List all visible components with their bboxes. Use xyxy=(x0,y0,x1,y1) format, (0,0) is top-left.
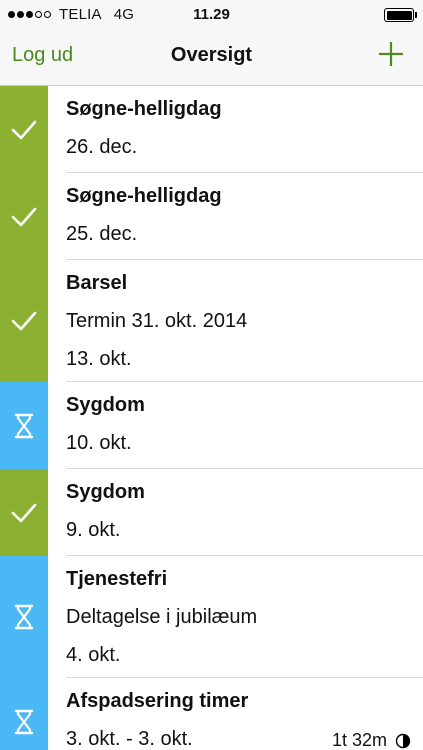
list-item[interactable]: Tjenestefri Deltagelse i jubilæum 4. okt… xyxy=(0,556,423,678)
hourglass-icon xyxy=(14,709,34,734)
status-cell-pending xyxy=(0,382,48,469)
item-date: 25. dec. xyxy=(66,223,138,245)
duration-meta: 1t 32m xyxy=(332,730,411,750)
page-title: Oversigt xyxy=(170,44,253,66)
status-cell-pending xyxy=(0,678,48,750)
item-title: Sygdom xyxy=(66,394,145,416)
item-description: Deltagelse i jubilæum xyxy=(66,606,258,628)
status-cell-approved xyxy=(0,260,48,382)
item-title: Tjenestefri xyxy=(66,568,168,590)
list-item[interactable]: Afspadsering timer 3. okt. - 3. okt. 1t … xyxy=(0,678,423,750)
half-circle-icon xyxy=(395,733,411,748)
checkmark-icon xyxy=(11,120,37,139)
plus-icon[interactable] xyxy=(377,40,405,68)
item-title: Afspadsering timer xyxy=(66,690,249,712)
item-title: Søgne-helligdag xyxy=(66,98,222,120)
item-date: 9. okt. xyxy=(66,519,121,541)
list-item[interactable]: Sygdom 10. okt. xyxy=(0,382,423,469)
checkmark-icon xyxy=(11,207,37,226)
item-title: Barsel xyxy=(66,272,128,294)
status-bar: TELIA 4G 11.29 xyxy=(0,0,423,28)
hourglass-icon xyxy=(14,413,34,438)
item-date: 4. okt. xyxy=(66,644,121,666)
status-cell-pending xyxy=(0,556,48,678)
hourglass-icon xyxy=(14,604,34,630)
duration-label: 1t 32m xyxy=(331,730,387,750)
item-title: Søgne-helligdag xyxy=(66,185,222,207)
item-title: Sygdom xyxy=(66,481,145,503)
status-cell-approved xyxy=(0,173,48,260)
checkmark-icon xyxy=(11,311,37,331)
checkmark-icon xyxy=(11,503,37,522)
list-item[interactable]: Søgne-helligdag 25. dec. xyxy=(0,173,423,260)
status-cell-approved xyxy=(0,86,48,173)
status-time: 11.29 xyxy=(193,6,230,23)
item-date: 13. okt. xyxy=(66,348,132,370)
item-description: Termin 31. okt. 2014 xyxy=(66,310,248,332)
list-item[interactable]: Sygdom 9. okt. xyxy=(0,469,423,556)
status-cell-approved xyxy=(0,469,48,556)
battery-icon xyxy=(384,8,417,22)
item-date: 3. okt. - 3. okt. xyxy=(66,728,193,750)
item-date: 26. dec. xyxy=(66,136,138,158)
navigation-bar: Log ud Oversigt xyxy=(0,28,423,86)
item-date: 10. okt. xyxy=(66,432,132,454)
list-item[interactable]: Barsel Termin 31. okt. 2014 13. okt. xyxy=(0,260,423,382)
list-item[interactable]: Søgne-helligdag 26. dec. xyxy=(0,86,423,173)
log-out-button[interactable]: Log ud xyxy=(12,44,73,67)
